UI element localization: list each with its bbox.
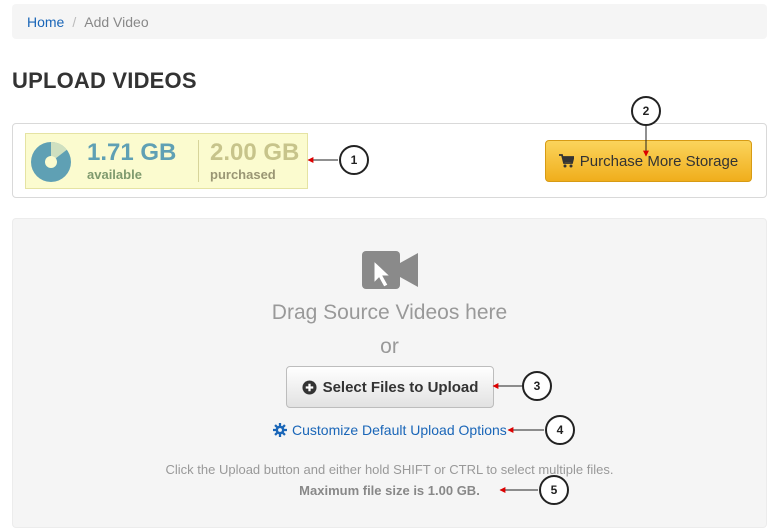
select-files-label: Select Files to Upload: [322, 378, 479, 396]
purchased-label: purchased: [210, 167, 276, 182]
storage-summary: 1.71 GB available 2.00 GB purchased: [25, 133, 308, 189]
customize-link-label: Customize Default Upload Options: [292, 422, 507, 438]
drag-videos-text: Drag Source Videos here: [271, 301, 508, 324]
breadcrumb-current: Add Video: [84, 13, 149, 30]
available-label: available: [87, 167, 142, 182]
breadcrumb: Home / Add Video: [12, 4, 767, 39]
storage-panel: 1.71 GB available 2.00 GB purchased Purc…: [12, 123, 767, 198]
max-file-size-text: Maximum file size is 1.00 GB.: [299, 483, 480, 498]
upload-help-text: Click the Upload button and either hold …: [165, 462, 614, 477]
breadcrumb-home-link[interactable]: Home: [27, 14, 64, 30]
plus-circle-icon: [302, 379, 317, 395]
breadcrumb-separator: /: [72, 13, 77, 30]
upload-drop-zone[interactable]: Drag Source Videos here or Select Files …: [12, 218, 767, 528]
storage-available: 1.71 GB available: [87, 139, 176, 183]
purchased-amount: 2.00 GB: [210, 139, 300, 166]
page-title: UPLOAD VIDEOS: [12, 68, 197, 93]
callout-4: 4: [545, 415, 575, 445]
callout-3: 3: [522, 371, 552, 401]
or-text: or: [380, 335, 399, 358]
callout-1: 1: [339, 145, 369, 175]
cart-icon: [558, 154, 574, 168]
gear-icon: [273, 423, 287, 437]
customize-upload-options-link[interactable]: Customize Default Upload Options: [273, 422, 507, 438]
callout-5: 5: [539, 475, 569, 505]
purchase-more-storage-button[interactable]: Purchase More Storage: [545, 140, 752, 182]
pie-chart-icon: [31, 142, 71, 182]
video-camera-icon: [362, 251, 418, 289]
select-files-button[interactable]: Select Files to Upload: [286, 366, 494, 408]
purchase-button-label: Purchase More Storage: [579, 152, 739, 170]
available-amount: 1.71 GB: [87, 139, 177, 166]
storage-purchased: 2.00 GB purchased: [210, 139, 299, 183]
storage-divider: [198, 140, 199, 182]
callout-2: 2: [631, 96, 661, 126]
